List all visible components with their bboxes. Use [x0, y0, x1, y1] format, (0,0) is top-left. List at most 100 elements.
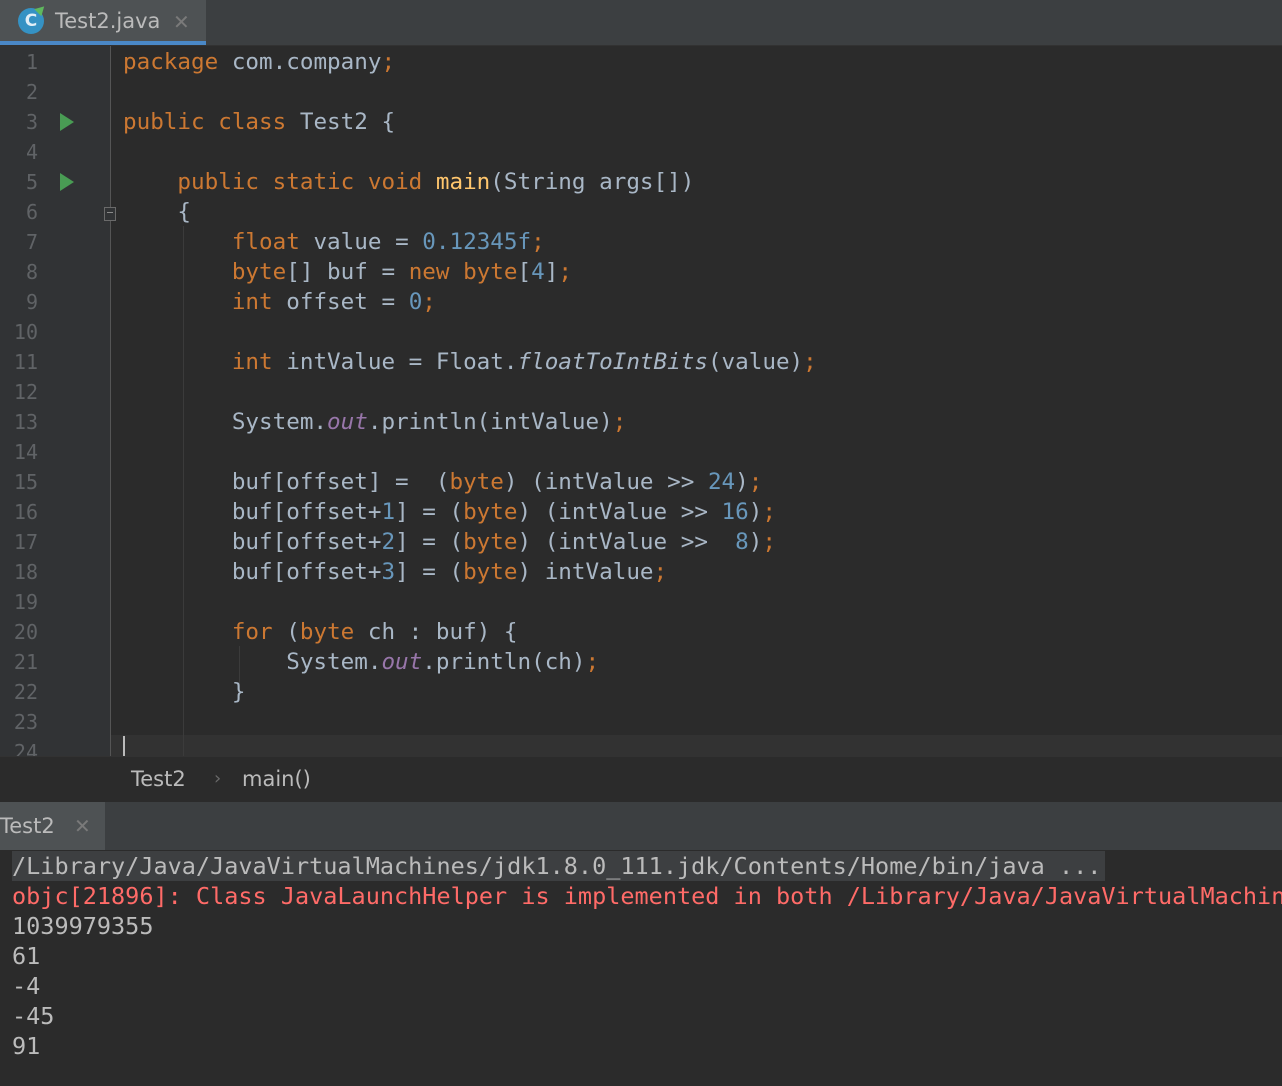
code-line[interactable]: {: [123, 197, 191, 227]
code-line[interactable]: buf[offset+1] = (byte) (intValue >> 16);: [123, 497, 776, 527]
code-token: 3: [381, 559, 396, 585]
code-token: ;: [585, 649, 600, 675]
code-token: ): [735, 469, 749, 495]
code-line[interactable]: public class Test2 {: [123, 107, 395, 137]
code-line[interactable]: byte[] buf = new byte[4];: [123, 257, 572, 287]
console-output-line: 1039979355: [12, 912, 154, 940]
breadcrumb: Test2 › main(): [0, 756, 1282, 803]
fold-marker-icon[interactable]: [104, 207, 116, 221]
line-number: 22: [13, 680, 38, 704]
code-token: ch : buf) {: [367, 619, 518, 645]
code-token: package: [123, 49, 232, 75]
code-line[interactable]: System.out.println(intValue);: [123, 407, 627, 437]
run-gutter-icon[interactable]: [60, 113, 74, 131]
code-token: ] = (: [395, 529, 464, 555]
code-token: 0.12345f: [422, 229, 532, 255]
code-token: ;: [612, 409, 627, 435]
code-token: ;: [653, 559, 668, 585]
code-token: ) (intValue >>: [517, 499, 722, 525]
code-line[interactable]: package com.company;: [123, 47, 395, 77]
code-token: floatToIntBits: [517, 349, 708, 375]
code-token: System.: [123, 409, 328, 435]
code-line[interactable]: int offset = 0;: [123, 287, 436, 317]
code-token: ;: [762, 529, 776, 555]
code-editor[interactable]: 1 2 3 4 5 6 7 8 9 10 11 12 13 14 15 16 17 18 19 20 21 22 23 24 …: [0, 46, 1282, 756]
code-token: out: [381, 649, 423, 675]
code-token: byte: [463, 529, 518, 555]
code-token: ;: [422, 289, 436, 315]
code-line[interactable]: buf[offset+3] = (byte) intValue;: [123, 557, 667, 587]
code-line[interactable]: }: [123, 677, 246, 707]
run-gutter-icon[interactable]: [60, 173, 74, 191]
code-token: }: [123, 679, 246, 705]
line-number: 14: [13, 440, 38, 464]
console-output-line: -4: [12, 972, 41, 1000]
line-number: 4: [25, 140, 38, 164]
code-token: buf[offset+: [123, 559, 382, 585]
console-command-line[interactable]: /Library/Java/JavaVirtualMachines/jdk1.8…: [12, 851, 1106, 881]
code-token: 1: [381, 499, 396, 525]
line-number: 16: [13, 500, 38, 524]
close-tab-icon[interactable]: ✕: [173, 10, 190, 34]
line-number: 8: [25, 260, 38, 284]
code-line[interactable]: int intValue = Float.floatToIntBits(valu…: [123, 347, 817, 377]
code-token: {: [123, 199, 192, 225]
line-number: 5: [25, 170, 38, 194]
run-tab-test2[interactable]: Test2 ✕: [0, 802, 105, 850]
line-number: 11: [13, 350, 38, 374]
line-number: 18: [13, 560, 38, 584]
code-token: intValue = Float.: [286, 349, 518, 375]
code-token: byte: [299, 619, 368, 645]
code-token: 4: [531, 259, 545, 285]
code-token: public class: [123, 109, 300, 135]
code-token: new byte: [408, 259, 518, 285]
code-token: .println(ch): [422, 649, 586, 675]
file-tab-test2-java[interactable]: C Test2.java ✕: [0, 0, 206, 45]
code-token: ;: [381, 49, 396, 75]
console-output-line: 61: [12, 942, 41, 970]
code-token: System.: [123, 649, 382, 675]
code-token: 2: [381, 529, 396, 555]
code-token: ] = (: [395, 559, 464, 585]
line-number: 23: [13, 710, 38, 734]
breadcrumb-method[interactable]: main(): [242, 767, 311, 791]
console-error-line: objc[21896]: Class JavaLaunchHelper is i…: [12, 882, 1282, 910]
code-token: 16: [721, 499, 749, 525]
code-token: byte: [449, 469, 504, 495]
code-token: ;: [748, 469, 763, 495]
code-token: ) (intValue >>: [517, 529, 736, 555]
gutter-divider: [110, 46, 111, 756]
line-number: 9: [25, 290, 38, 314]
line-number: 12: [13, 380, 38, 404]
line-number: 2: [25, 80, 38, 104]
code-line[interactable]: System.out.println(ch);: [123, 647, 599, 677]
code-token: (: [286, 619, 300, 645]
editor-tab-bar: C Test2.java ✕: [0, 0, 1282, 46]
line-number: 17: [13, 530, 38, 554]
file-tab-label: Test2.java: [55, 9, 161, 33]
java-class-icon: C: [18, 2, 48, 34]
breadcrumb-class[interactable]: Test2: [131, 767, 186, 791]
console-output[interactable]: /Library/Java/JavaVirtualMachines/jdk1.8…: [0, 850, 1282, 1086]
gutter: 1 2 3 4 5 6 7 8 9 10 11 12 13 14 15 16 17 18 19 20 21 22 23 24: [0, 46, 110, 756]
code-token: ) (intValue >>: [503, 469, 708, 495]
code-token: for: [231, 619, 287, 645]
line-number: 20: [13, 620, 38, 644]
code-token: 8: [735, 529, 749, 555]
code-token: int: [231, 289, 287, 315]
code-line[interactable]: buf[offset] = (byte) (intValue >> 24);: [123, 467, 763, 497]
code-line[interactable]: for (byte ch : buf) {: [123, 617, 518, 647]
code-line[interactable]: public static void main(String args[]): [123, 167, 694, 197]
code-line[interactable]: buf[offset+2] = (byte) (intValue >> 8);: [123, 527, 776, 557]
code-line[interactable]: float value = 0.12345f;: [123, 227, 545, 257]
code-token: main: [435, 169, 491, 195]
close-run-tab-icon[interactable]: ✕: [74, 814, 91, 838]
code-token: [: [517, 259, 532, 285]
code-token: ;: [558, 259, 572, 285]
